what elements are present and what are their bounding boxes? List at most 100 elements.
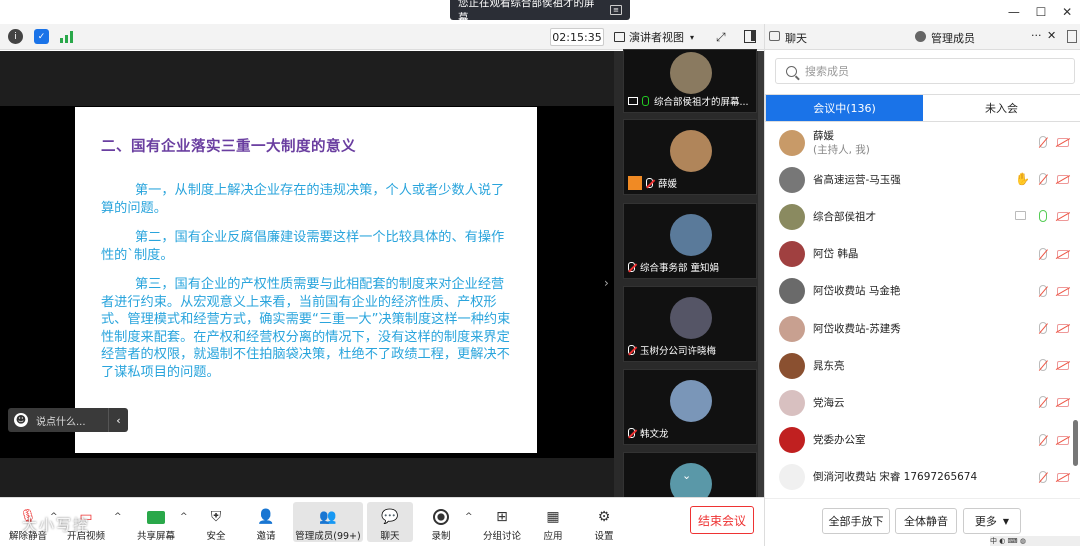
member-row[interactable]: 省高速运营-马玉强 ✋ <box>765 161 1075 198</box>
mic-muted-icon <box>646 178 653 188</box>
camera-off-icon[interactable] <box>1057 435 1069 445</box>
reaction-input[interactable]: ☻ 说点什么... ‹ <box>8 408 128 432</box>
avatar <box>779 464 805 491</box>
avatar <box>779 166 805 193</box>
more-button[interactable]: 更多 ▼ <box>963 508 1021 534</box>
video-tile[interactable]: 综合部侯祖才的屏幕... <box>623 49 757 113</box>
banner-menu-icon[interactable]: ≡ <box>610 5 622 15</box>
member-row[interactable]: 阿岱收费站 马金艳 <box>765 273 1075 310</box>
search-icon <box>786 65 797 77</box>
tab-not-joined[interactable]: 未入会 <box>923 95 1080 121</box>
chat-icon <box>769 31 780 41</box>
end-meeting-button[interactable]: 结束会议 <box>690 506 754 534</box>
popout-icon[interactable] <box>1067 30 1077 43</box>
fullscreen-icon[interactable]: ⤢ <box>716 30 726 45</box>
mic-muted-icon <box>628 345 635 355</box>
camera-off-icon[interactable] <box>1057 324 1069 333</box>
member-status-tabs: 会议中(136) 未入会 <box>765 94 1080 122</box>
chevron-up-icon[interactable]: ^ <box>180 512 188 522</box>
video-tile[interactable]: 薛媛 <box>623 119 757 195</box>
more-options-button[interactable]: ··· <box>1031 29 1042 42</box>
member-name: 晁东亮 <box>813 359 845 372</box>
mic-muted-icon[interactable] <box>1039 322 1047 334</box>
chevron-down-icon[interactable]: ⌄ <box>682 469 691 482</box>
maximize-button[interactable]: ☐ <box>1036 5 1047 19</box>
view-mode-dropdown[interactable]: 演讲者视图 ▾ <box>614 28 706 46</box>
member-row[interactable]: 倒淌河收费站 宋睿 17697265674 <box>765 459 1075 496</box>
camera-off-icon[interactable] <box>1057 249 1069 259</box>
system-tray: 中 ◐ ⌨ ◍ <box>990 536 1080 546</box>
panel-tabs: 聊天 管理成员 ··· ✕ <box>765 24 1080 50</box>
apps-button[interactable]: ▦ 应用 <box>529 502 577 542</box>
member-name: 薛媛 <box>813 129 834 142</box>
tab-in-meeting[interactable]: 会议中(136) <box>766 95 923 121</box>
member-row[interactable]: 党委办公室 <box>765 422 1075 459</box>
breakout-button[interactable]: ⊞ 分组讨论 <box>478 502 526 542</box>
mute-all-button[interactable]: 全体静音 <box>895 508 957 534</box>
tab-members[interactable]: 管理成员 <box>931 30 975 46</box>
slide-paragraph: 第二，国有企业反腐倡廉建设需要这样一个比较具体的、有操作性的`制度。 <box>101 230 505 263</box>
chat-button[interactable]: 💬 聊天 <box>367 502 413 542</box>
mic-muted-icon[interactable] <box>1039 359 1047 372</box>
camera-off-icon[interactable] <box>1057 286 1069 296</box>
chevron-up-icon[interactable]: ^ <box>465 512 473 522</box>
stage-divider[interactable]: › <box>604 51 622 497</box>
slide-paragraph: 第三，国有企业的产权性质需要与此相配套的制度来对企业经营者进行约束。从宏观意义上… <box>101 277 511 380</box>
tile-name: 韩文龙 <box>640 429 669 440</box>
invite-button[interactable]: 👤 邀请 <box>242 502 290 542</box>
share-screen-button[interactable]: 共享屏幕 <box>132 502 180 542</box>
member-row[interactable]: 薛媛 (主持人, 我) <box>765 124 1075 161</box>
member-row[interactable]: 阿岱 韩晶 <box>765 236 1075 273</box>
chevron-left-icon[interactable]: ‹ <box>108 408 128 432</box>
member-row[interactable]: 党海云 <box>765 384 1075 421</box>
meeting-timer: 02:15:35 <box>550 28 604 46</box>
all-hands-down-button[interactable]: 全部手放下 <box>822 508 890 534</box>
chevron-up-icon[interactable]: ^ <box>114 512 122 522</box>
signal-icon[interactable] <box>60 31 74 43</box>
camera-off-icon[interactable] <box>1057 212 1069 222</box>
tile-name: 玉树分公司许晓梅 <box>640 346 717 357</box>
emoji-icon[interactable]: ☻ <box>14 413 28 427</box>
record-icon <box>432 509 450 525</box>
video-tile[interactable]: ⌄ <box>623 452 757 498</box>
security-button[interactable]: ⛨ 安全 <box>192 502 240 542</box>
video-tile[interactable]: 综合事务部 童知娟 <box>623 203 757 279</box>
settings-button[interactable]: ⚙ 设置 <box>580 502 628 542</box>
manage-members-button[interactable]: 👥 管理成员(99+) <box>293 502 363 542</box>
camera-off-icon[interactable] <box>1057 138 1069 147</box>
mic-muted-icon[interactable] <box>1039 396 1047 409</box>
mic-on-icon[interactable] <box>1039 210 1047 223</box>
shield-icon[interactable]: ✓ <box>34 29 49 44</box>
member-row[interactable]: 阿岱收费站-苏建秀 <box>765 310 1075 347</box>
camera-off-icon[interactable] <box>1057 398 1069 408</box>
screen-share-icon <box>628 97 638 105</box>
minimize-button[interactable]: — <box>1008 5 1020 19</box>
mic-muted-icon[interactable] <box>1039 470 1047 483</box>
chat-icon: 💬 <box>381 509 399 525</box>
mic-muted-icon[interactable] <box>1039 136 1047 148</box>
video-tile[interactable]: 玉树分公司许晓梅 <box>623 286 757 362</box>
camera-off-icon[interactable] <box>1057 472 1069 482</box>
host-icon <box>628 176 642 190</box>
mic-muted-icon[interactable] <box>1039 433 1047 446</box>
record-button[interactable]: 录制 <box>417 502 465 542</box>
watermark: 大小写控 <box>22 516 91 534</box>
close-button[interactable]: ✕ <box>1062 5 1072 19</box>
video-tile[interactable]: 韩文龙 <box>623 369 757 445</box>
info-icon[interactable]: i <box>8 29 23 44</box>
mic-muted-icon[interactable] <box>1039 173 1047 186</box>
meeting-toolbar: 🎙 解除静音 ^ ▭ 开启视频 ^ 共享屏幕 ^ ⛨ 安全 👤 邀请 👥 管理成… <box>0 497 764 546</box>
chevron-right-icon[interactable]: › <box>604 276 609 290</box>
mic-muted-icon[interactable] <box>1039 284 1047 297</box>
camera-off-icon[interactable] <box>1057 361 1069 371</box>
member-row[interactable]: 晁东亮 <box>765 347 1075 384</box>
camera-off-icon[interactable] <box>1057 175 1069 185</box>
sidebar-toggle-icon[interactable] <box>744 30 756 43</box>
mic-muted-icon[interactable] <box>1039 247 1047 260</box>
tab-chat[interactable]: 聊天 <box>785 30 807 46</box>
chevron-down-icon: ▾ <box>690 32 695 42</box>
panel-close-button[interactable]: ✕ <box>1047 29 1056 42</box>
member-row[interactable]: 综合部侯祖才 <box>765 198 1075 235</box>
search-placeholder: 搜索成员 <box>805 65 849 78</box>
member-search-input[interactable]: 搜索成员 <box>775 58 1075 84</box>
